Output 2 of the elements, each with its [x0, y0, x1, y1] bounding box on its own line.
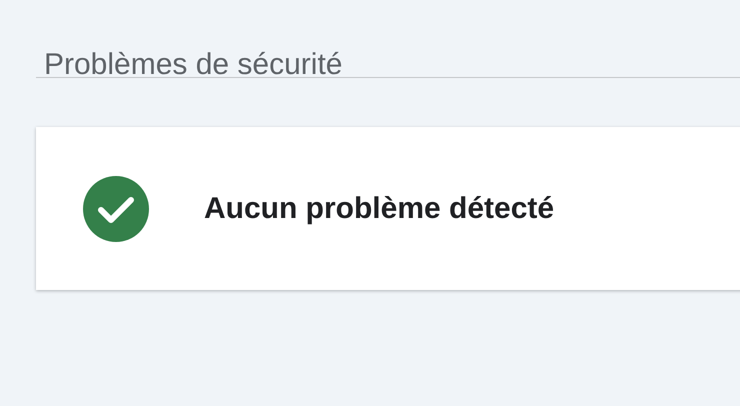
status-message: Aucun problème détecté	[204, 192, 554, 226]
section-title: Problèmes de sécurité	[43, 47, 344, 77]
